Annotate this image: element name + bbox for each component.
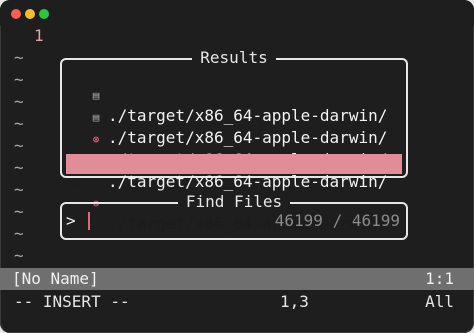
empty-line-marker: ~ xyxy=(14,158,24,177)
empty-line-marker: ~ xyxy=(14,224,24,243)
zoom-button[interactable] xyxy=(39,9,49,19)
empty-line-marker: ~ xyxy=(14,180,24,199)
prompt-marker: > xyxy=(66,211,76,230)
result-item[interactable]: ▤ ./target/x86_64-apple-darwin/ xyxy=(66,66,402,125)
cursor-position: 1,3 xyxy=(280,292,309,311)
scroll-indicator: All xyxy=(425,292,454,311)
find-files-title: Find Files xyxy=(177,192,291,211)
empty-line-marker: ~ xyxy=(14,246,24,265)
line-number: 1 xyxy=(34,26,44,45)
results-panel: Results ▤ ./target/x86_64-apple-darwin/ … xyxy=(60,48,408,233)
empty-line-marker: ~ xyxy=(14,136,24,155)
buffer-name: [No Name] xyxy=(12,269,99,288)
result-item[interactable]: ▤ ./target/x86_64-apple-darwin/ xyxy=(66,88,402,147)
empty-line-marker: ~ xyxy=(14,70,24,89)
status-bar: [No Name] 1:1 xyxy=(0,268,474,290)
empty-line-marker: ~ xyxy=(14,202,24,221)
minimize-button[interactable] xyxy=(25,9,35,19)
close-button[interactable] xyxy=(11,9,21,19)
results-title: Results xyxy=(192,48,276,67)
mode-line: -- INSERT -- 1,3 All xyxy=(0,291,474,313)
match-count: 46199 / 46199 xyxy=(274,211,400,230)
text-cursor xyxy=(88,212,90,230)
empty-line-marker: ~ xyxy=(14,48,24,67)
selection-caret: > xyxy=(68,174,78,193)
result-item[interactable]: ▤ ./target/x86_64-apple-darwin/ xyxy=(66,132,402,191)
mode-indicator: -- INSERT -- xyxy=(14,292,130,311)
title-bar xyxy=(0,0,474,26)
status-position: 1:1 xyxy=(425,269,454,288)
result-path: ./target/x86_64-apple-darwin/ xyxy=(108,172,388,191)
empty-line-marker: ~ xyxy=(14,114,24,133)
terminal-window: 1 ~ ~ ~ ~ ~ ~ ~ ~ ~ ~ Results ▤ ./target… xyxy=(0,0,474,333)
find-files-panel[interactable]: Find Files > 46199 / 46199 xyxy=(60,192,408,240)
result-item[interactable]: ⊛ ./target/x86_64-apple-darwin/ xyxy=(66,110,402,169)
result-item-selected[interactable]: > ⊛ ./target/x86_64-apple-darwin/ xyxy=(66,154,402,233)
empty-line-marker: ~ xyxy=(14,92,24,111)
